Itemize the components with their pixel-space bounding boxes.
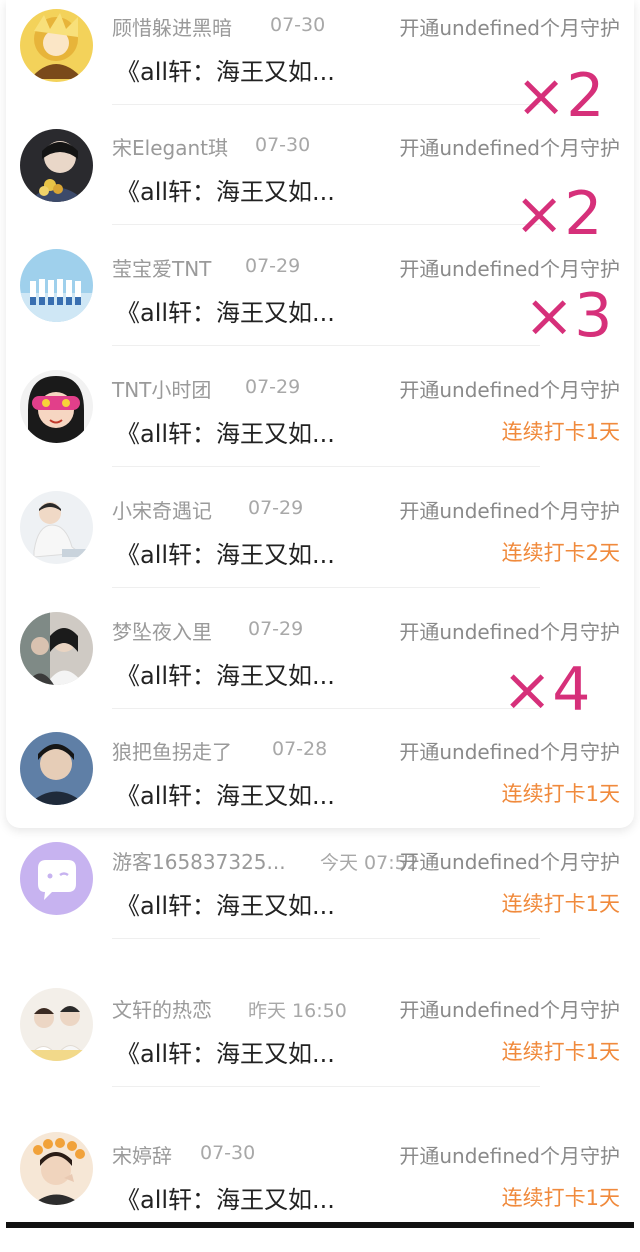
user-name[interactable]: 狼把鱼拐走了	[112, 736, 232, 765]
post-date: 07-28	[272, 738, 328, 760]
multiplier-annotation: ×2	[516, 61, 605, 131]
user-name[interactable]: 顾惜躲进黑暗	[112, 12, 232, 41]
user-name[interactable]: 梦坠夜入里	[112, 616, 212, 645]
portrait-with-flowers-avatar-icon	[20, 129, 93, 202]
guard-action-text: 开通undefined个月守护	[399, 1144, 620, 1168]
check-in-streak: 连续打卡1天	[501, 420, 620, 444]
user-name[interactable]: 游客165837325...	[112, 846, 286, 875]
user-name[interactable]: 文轩的热恋	[112, 994, 212, 1023]
check-in-streak: 连续打卡1天	[501, 782, 620, 806]
list-item[interactable]: 小宋奇遇记 07-29 开通undefined个月守护 《all轩：海王又如..…	[0, 483, 640, 603]
guard-action-text: 开通undefined个月守护	[399, 16, 620, 40]
avatar[interactable]	[20, 370, 93, 443]
list-item[interactable]: 文轩的热恋 昨天 16:50 开通undefined个月守护 《all轩：海王又…	[0, 988, 640, 1108]
novel-title[interactable]: 《all轩：海王又如...	[116, 172, 335, 207]
avatar[interactable]	[20, 9, 93, 82]
default-chat-avatar-icon	[20, 842, 93, 915]
row-divider	[112, 345, 540, 346]
novel-title[interactable]: 《all轩：海王又如...	[116, 1180, 335, 1215]
novel-title[interactable]: 《all轩：海王又如...	[116, 886, 335, 921]
yellow-anime-avatar-icon	[20, 9, 93, 82]
check-in-streak: 连续打卡1天	[501, 1040, 620, 1064]
user-name[interactable]: 宋Elegant琪	[112, 132, 228, 161]
post-date: 昨天 16:50	[248, 1000, 347, 1022]
guard-action-text: 开通undefined个月守护	[399, 378, 620, 402]
novel-title[interactable]: 《all轩：海王又如...	[116, 52, 335, 87]
avatar[interactable]	[20, 1132, 93, 1205]
post-date: 07-29	[245, 376, 301, 398]
list-item[interactable]: 宋婷辞 07-30 开通undefined个月守护 《all轩：海王又如... …	[0, 1132, 640, 1252]
cartoon-girl-avatar-icon	[20, 370, 93, 443]
avatar[interactable]	[20, 491, 93, 564]
user-name[interactable]: 小宋奇遇记	[112, 495, 212, 524]
novel-title[interactable]: 《all轩：海王又如...	[116, 776, 335, 811]
avatar[interactable]	[20, 842, 93, 915]
multiplier-annotation: ×4	[502, 655, 591, 725]
seated-boy-avatar-icon	[20, 491, 93, 564]
guard-action-text: 开通undefined个月守护	[399, 499, 620, 523]
check-in-streak: 连续打卡1天	[501, 892, 620, 916]
guard-action-text: 开通undefined个月守护	[399, 998, 620, 1022]
post-date: 07-29	[245, 255, 301, 277]
row-divider	[112, 938, 540, 939]
guard-action-text: 开通undefined个月守护	[399, 850, 620, 874]
list-item[interactable]: 游客165837325... 今天 07:52 开通undefined个月守护 …	[0, 842, 640, 962]
bottom-bar	[6, 1222, 634, 1228]
avatar[interactable]	[20, 732, 93, 805]
check-in-streak: 连续打卡1天	[501, 1186, 620, 1210]
pair-photo-avatar-icon	[20, 988, 93, 1061]
row-divider	[112, 104, 540, 105]
avatar[interactable]	[20, 612, 93, 685]
guard-action-text: 开通undefined个月守护	[399, 257, 620, 281]
row-divider	[112, 708, 540, 709]
avatar[interactable]	[20, 249, 93, 322]
two-people-avatar-icon	[20, 612, 93, 685]
avatar[interactable]	[20, 129, 93, 202]
novel-title[interactable]: 《all轩：海王又如...	[116, 1034, 335, 1069]
guard-action-text: 开通undefined个月守护	[399, 740, 620, 764]
check-in-streak: 连续打卡2天	[501, 541, 620, 565]
multiplier-annotation: ×2	[514, 179, 603, 249]
multiplier-annotation: ×3	[524, 281, 613, 351]
post-date: 07-29	[248, 497, 304, 519]
group-photo-avatar-icon	[20, 249, 93, 322]
guard-action-text: 开通undefined个月守护	[399, 136, 620, 160]
post-date: 07-30	[255, 134, 311, 156]
flower-crown-avatar-icon	[20, 1132, 93, 1205]
novel-title[interactable]: 《all轩：海王又如...	[116, 414, 335, 449]
user-name[interactable]: TNT小时团	[112, 374, 211, 403]
row-divider	[112, 1086, 540, 1087]
user-name[interactable]: 宋婷辞	[112, 1140, 172, 1169]
post-date: 07-30	[200, 1142, 256, 1164]
list-item[interactable]: 狼把鱼拐走了 07-28 开通undefined个月守护 《all轩：海王又如.…	[0, 724, 640, 844]
post-date: 07-30	[270, 14, 326, 36]
list-item[interactable]: TNT小时团 07-29 开通undefined个月守护 《all轩：海王又如.…	[0, 362, 640, 482]
row-divider	[112, 224, 540, 225]
row-divider	[112, 466, 540, 467]
guardian-list-screen: 顾惜躲进黑暗 07-30 开通undefined个月守护 《all轩：海王又如.…	[0, 0, 640, 1234]
avatar[interactable]	[20, 988, 93, 1061]
boy-portrait-avatar-icon	[20, 732, 93, 805]
novel-title[interactable]: 《all轩：海王又如...	[116, 535, 335, 570]
novel-title[interactable]: 《all轩：海王又如...	[116, 656, 335, 691]
novel-title[interactable]: 《all轩：海王又如...	[116, 293, 335, 328]
post-date: 07-29	[248, 618, 304, 640]
guard-action-text: 开通undefined个月守护	[399, 620, 620, 644]
row-divider	[112, 587, 540, 588]
user-name[interactable]: 莹宝爱TNT	[112, 253, 211, 282]
